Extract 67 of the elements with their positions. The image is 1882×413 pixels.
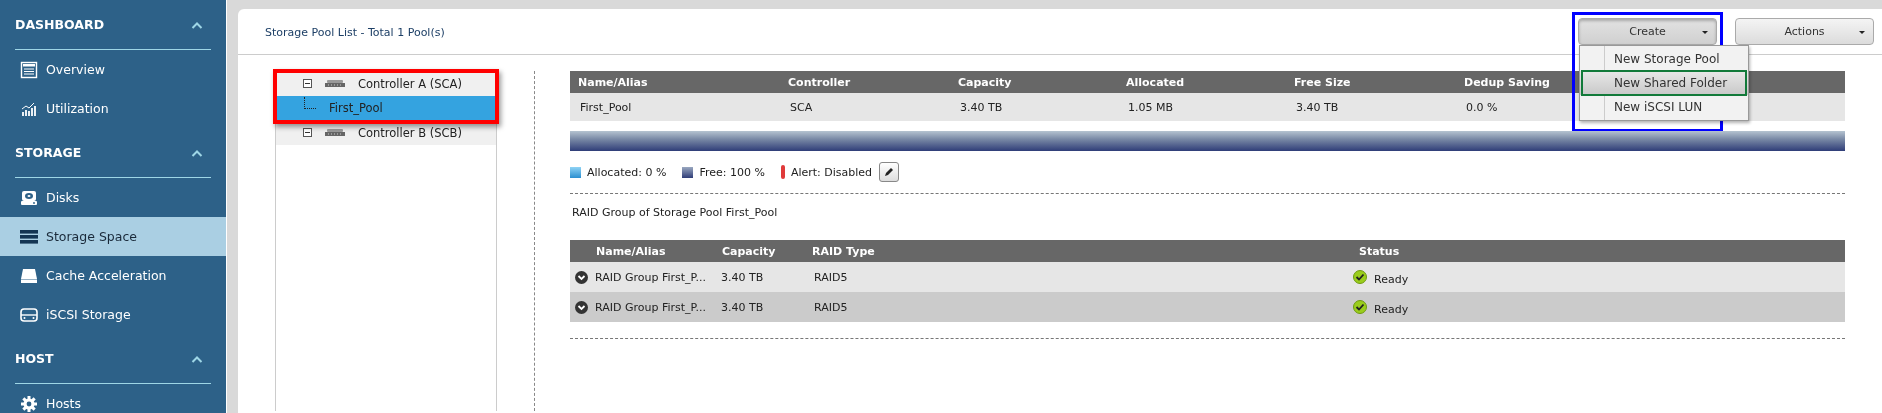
bar-chart-icon [20,100,38,117]
tree-item[interactable]: First_Pool [276,96,496,120]
table-cell: SCA [780,93,950,121]
status-text: Ready [1374,302,1409,316]
stack-icon [20,229,38,244]
column-header: Name/Alias [570,71,780,93]
controller-icon [325,80,345,87]
sidebar-item[interactable]: Disks [0,178,226,217]
column-header: Name/Alias [570,240,718,262]
panel-title: Storage Pool List - Total 1 Pool(s) [265,25,445,39]
expand-chevron-icon[interactable] [575,270,588,284]
collapse-icon[interactable] [303,79,312,88]
sidebar-item[interactable]: Cache Acceleration [0,256,226,295]
column-header: Status [1353,240,1845,262]
column-header: Capacity [950,71,1118,93]
controller-icon [325,129,345,136]
table-cell: 1.05 MB [1118,93,1286,121]
status-text: Ready [1374,272,1409,286]
table-cell: RAID Group First_P... [595,270,706,284]
column-header: Allocated [1118,71,1286,93]
section-title: STORAGE [15,145,82,160]
legend-swatch [570,166,581,178]
collapse-icon[interactable] [303,128,312,137]
check-icon [1353,270,1367,284]
table-cell: 3.40 TB [1286,93,1456,121]
table-cell: 3.40 TB [950,93,1118,121]
table-cell: RAID5 [808,292,1353,322]
legend-swatch [682,166,694,178]
column-header: Free Size [1286,71,1456,93]
legend-label: Free: 100 % [699,165,765,179]
legend-label: Allocated: 0 % [587,165,667,179]
sidebar-item[interactable]: iSCSI Storage [0,295,226,334]
table-cell: RAID Group First_P... [595,300,706,314]
table-cell: First_Pool [570,93,780,121]
list-icon [20,60,38,79]
legend-swatch [780,165,785,179]
section-title: RAID Group of Storage Pool First_Pool [572,206,779,221]
section-title: DASHBOARD [15,17,104,32]
sidebar-item[interactable]: Storage Space [0,217,226,256]
table-cell: RAID5 [808,262,1353,292]
section-title: HOST [15,351,54,366]
dropdown-arrow-icon [1859,31,1865,34]
column-header: RAID Type [808,240,1353,262]
column-header: Controller [780,71,950,93]
caret-up-icon[interactable] [191,354,203,363]
actions-dropdown-button[interactable]: Actions [1735,18,1874,45]
menu-item[interactable]: New Storage Pool [1580,47,1748,71]
menu-item[interactable]: New iSCSI LUN [1580,95,1748,119]
column-header: Capacity [718,240,808,262]
sidebar-item[interactable]: Overview [0,50,226,89]
expand-chevron-icon[interactable] [575,300,588,314]
drive-icon [20,267,38,284]
sidebar-item[interactable]: Utilization [0,89,226,128]
menu-item[interactable]: New Shared Folder [1580,71,1748,95]
legend-label: Alert: Disabled [790,165,873,179]
check-icon [1353,300,1367,314]
caret-up-icon[interactable] [191,20,203,29]
sidebar-item[interactable]: Hosts [0,384,226,413]
dropdown-arrow-icon [1702,31,1708,34]
table-cell: 3.40 TB [718,262,808,292]
caret-up-icon[interactable] [191,148,203,157]
edit-pencil-icon[interactable] [879,162,900,182]
drive-icon [20,306,38,323]
table-cell: 3.40 TB [718,292,808,322]
create-dropdown-button[interactable]: Create [1578,18,1717,45]
tree-connector [304,97,316,109]
disk-icon [20,189,38,206]
